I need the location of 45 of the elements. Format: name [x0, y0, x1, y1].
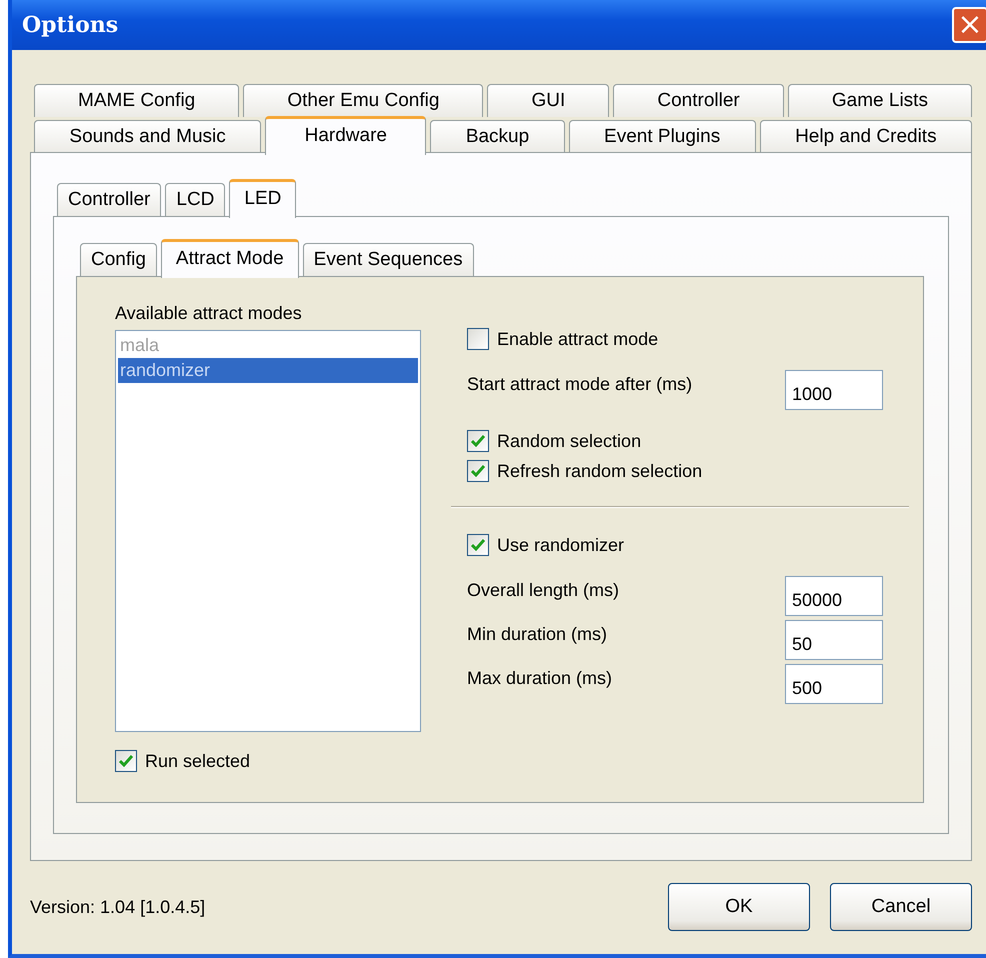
- checkmark-icon: [471, 465, 485, 477]
- dialog-button[interactable]: Cancel: [830, 883, 972, 931]
- checkbox[interactable]: [467, 534, 489, 556]
- field-label: Overall length (ms): [467, 579, 620, 601]
- tab[interactable]: GUI: [487, 84, 610, 117]
- tab[interactable]: Config: [80, 243, 157, 276]
- checkbox[interactable]: [115, 750, 137, 772]
- input-field[interactable]: 50: [785, 620, 883, 660]
- tab[interactable]: Hardware: [265, 116, 426, 155]
- checkbox[interactable]: [467, 328, 489, 350]
- tab[interactable]: Event Plugins: [568, 120, 756, 153]
- window-title: Options: [22, 12, 118, 38]
- checkbox-label: Use randomizer: [497, 534, 624, 556]
- checkbox[interactable]: [467, 460, 489, 482]
- list-label: Available attract modes: [115, 303, 303, 324]
- input-field[interactable]: 500: [785, 664, 883, 704]
- tab[interactable]: Attract Mode: [160, 239, 299, 278]
- version-text: Version: 1.04 [1.0.4.5]: [30, 896, 206, 918]
- dialog-button[interactable]: OK: [668, 883, 810, 931]
- checkbox[interactable]: [467, 430, 489, 452]
- tab[interactable]: Event Sequences: [302, 243, 474, 276]
- tab[interactable]: Backup: [430, 120, 565, 153]
- input-field[interactable]: 1000: [785, 370, 883, 410]
- tab[interactable]: Other Emu Config: [243, 84, 484, 117]
- field-label: Min duration (ms): [467, 623, 608, 645]
- checkbox-label: Run selected: [145, 750, 250, 772]
- checkbox-label: Enable attract mode: [497, 328, 658, 350]
- tab[interactable]: Game Lists: [788, 84, 972, 117]
- checkbox-label: Refresh random selection: [497, 460, 702, 482]
- input-field[interactable]: 50000: [785, 576, 883, 616]
- tab[interactable]: Controller: [57, 183, 162, 216]
- checkmark-icon: [471, 539, 485, 551]
- tab[interactable]: Controller: [613, 84, 784, 117]
- checkmark-icon: [119, 755, 133, 767]
- tab[interactable]: LCD: [165, 183, 226, 216]
- close-button[interactable]: ×: [952, 7, 986, 43]
- tab[interactable]: Sounds and Music: [34, 120, 262, 153]
- checkmark-icon: [471, 435, 485, 447]
- checkbox-label: Random selection: [497, 430, 642, 452]
- tab[interactable]: MAME Config: [34, 84, 240, 117]
- tab[interactable]: Help and Credits: [760, 120, 972, 153]
- field-label: Max duration (ms): [467, 667, 612, 689]
- field-label: Start attract mode after (ms): [467, 373, 692, 395]
- list-item[interactable]: randomizer: [118, 358, 418, 383]
- tab[interactable]: LED: [229, 179, 296, 218]
